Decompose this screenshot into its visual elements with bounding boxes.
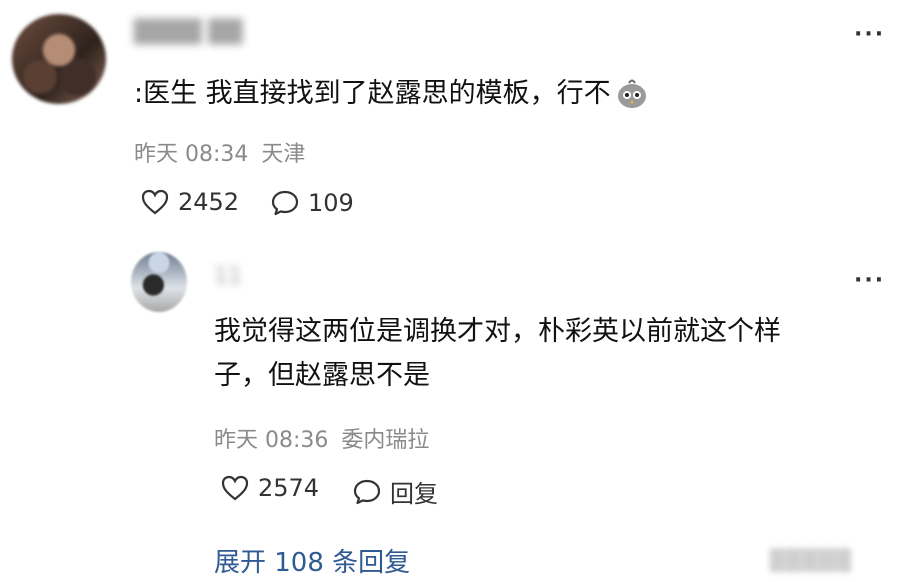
reply-count: 109 <box>308 189 354 217</box>
reply-more-options-button[interactable]: ··· <box>854 268 885 293</box>
reply-label: 回复 <box>390 480 438 508</box>
location: 天津 <box>261 142 306 167</box>
more-options-button[interactable]: ··· <box>854 22 885 47</box>
reply-like-button[interactable]: 2574 <box>220 474 319 502</box>
reply-text-line1: 我觉得这两位是调换才对，朴彩英以前就这个样 <box>214 316 781 347</box>
username[interactable]: ████ ██ <box>134 20 243 45</box>
comment-body: :医生 我直接找到了赵露思的模板，行不 <box>134 72 649 116</box>
like-button[interactable]: 2452 <box>140 188 239 216</box>
comment-bubble-icon <box>352 477 382 507</box>
heart-icon <box>140 188 170 216</box>
expand-replies-link[interactable]: 展开 108 条回复 <box>214 542 410 579</box>
reply-like-count: 2574 <box>258 474 320 502</box>
reply-location: 委内瑞拉 <box>341 428 430 453</box>
avatar[interactable] <box>12 14 106 104</box>
watermark: █████ <box>770 548 852 572</box>
reply-avatar[interactable] <box>131 252 187 312</box>
comment-text: :医生 我直接找到了赵露思的模板，行不 <box>134 78 611 109</box>
heart-icon <box>220 474 250 502</box>
reply-meta: 昨天 08:36 委内瑞拉 <box>214 422 429 454</box>
reply-username[interactable]: 11 <box>214 264 242 289</box>
reply-body: 我觉得这两位是调换才对，朴彩英以前就这个样 子，但赵露思不是 <box>214 310 884 398</box>
comment-bubble-icon <box>270 188 300 218</box>
reply-button[interactable]: 109 <box>270 188 354 218</box>
reply-reply-button[interactable]: 回复 <box>352 474 438 509</box>
like-count: 2452 <box>178 188 240 216</box>
reply-text-line2: 子，但赵露思不是 <box>214 360 430 391</box>
chick-face-icon <box>615 77 649 111</box>
timestamp: 昨天 08:34 <box>134 142 249 167</box>
comment-meta: 昨天 08:34 天津 <box>134 136 305 168</box>
reply-timestamp: 昨天 08:36 <box>214 428 329 453</box>
